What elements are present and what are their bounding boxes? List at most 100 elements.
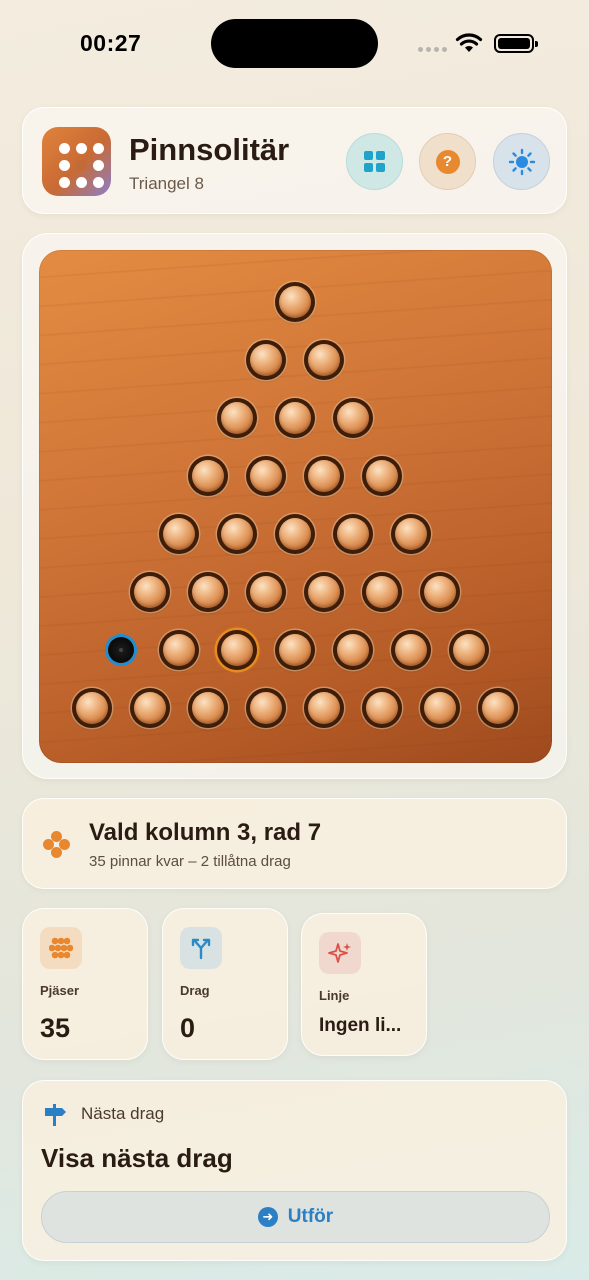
peg[interactable] xyxy=(304,688,344,728)
peg[interactable] xyxy=(362,572,402,612)
arrow-right-circle-icon: ➜ xyxy=(257,1207,278,1227)
execute-move-label: Utför xyxy=(287,1206,334,1227)
peg-ball xyxy=(279,634,311,666)
peg[interactable] xyxy=(159,630,199,670)
peg-ball xyxy=(279,518,311,550)
stat-value: 0 xyxy=(180,1013,196,1043)
peg-ball xyxy=(482,692,514,724)
peg[interactable] xyxy=(275,514,315,554)
stat-label: Linje xyxy=(319,988,350,1003)
peg[interactable] xyxy=(362,456,402,496)
peg-ball xyxy=(163,518,195,550)
peg-ball xyxy=(424,576,456,608)
peg[interactable] xyxy=(449,630,489,670)
peg[interactable] xyxy=(275,282,315,322)
peg[interactable] xyxy=(188,572,228,612)
status-bar: 00:27 xyxy=(0,0,589,88)
selection-title: Vald kolumn 3, rad 7 xyxy=(89,819,322,846)
peg-ball xyxy=(134,692,166,724)
peg-ball xyxy=(250,344,282,376)
stat-card-pieces: Pjäser 35 xyxy=(22,908,148,1060)
peg[interactable] xyxy=(159,514,199,554)
peg-ball xyxy=(308,692,340,724)
peg-ball xyxy=(337,634,369,666)
peg[interactable] xyxy=(275,398,315,438)
sparkle-icon xyxy=(319,932,361,974)
stat-label: Drag xyxy=(180,983,210,998)
peg-selected[interactable] xyxy=(217,630,257,670)
peg-ball xyxy=(279,286,311,318)
peg[interactable] xyxy=(420,688,460,728)
peg[interactable] xyxy=(130,572,170,612)
peg[interactable] xyxy=(333,398,373,438)
peg-ball xyxy=(279,402,311,434)
peg[interactable] xyxy=(246,688,286,728)
peg[interactable] xyxy=(275,630,315,670)
execute-move-button[interactable]: ➜ Utför xyxy=(41,1191,550,1243)
peg[interactable] xyxy=(362,688,402,728)
app-title: Pinnsolitär xyxy=(129,132,290,167)
peg[interactable] xyxy=(217,398,257,438)
peg-ball xyxy=(308,344,340,376)
peg[interactable] xyxy=(420,572,460,612)
peg-ball xyxy=(366,576,398,608)
dynamic-island xyxy=(211,19,378,68)
peg[interactable] xyxy=(391,630,431,670)
peg[interactable] xyxy=(391,514,431,554)
header-card: Pinnsolitär Triangel 8 ? xyxy=(22,107,567,214)
peg[interactable] xyxy=(72,688,112,728)
peg-ball xyxy=(76,692,108,724)
app-logo-icon xyxy=(42,127,111,196)
peg-ball xyxy=(337,518,369,550)
next-move-card: Nästa drag Visa nästa drag ➜ Utför xyxy=(22,1080,567,1261)
stat-value: Ingen li... xyxy=(319,1015,402,1036)
fork-icon xyxy=(180,927,222,969)
empty-hole[interactable] xyxy=(108,637,134,663)
stat-card-line: Linje Ingen li... xyxy=(301,913,427,1056)
peg-ball xyxy=(424,692,456,724)
board-variant-subtitle: Triangel 8 xyxy=(129,174,204,193)
grid-icon xyxy=(364,151,385,172)
help-button[interactable]: ? xyxy=(419,133,476,190)
peg[interactable] xyxy=(188,688,228,728)
peg[interactable] xyxy=(333,514,373,554)
peg-ball xyxy=(366,460,398,492)
peg-ball xyxy=(221,634,253,666)
peg[interactable] xyxy=(217,514,257,554)
peg[interactable] xyxy=(304,340,344,380)
peg-ball xyxy=(395,634,427,666)
stat-card-moves: Drag 0 xyxy=(162,908,288,1060)
peg-ball xyxy=(250,692,282,724)
theme-button[interactable] xyxy=(493,133,550,190)
peg[interactable] xyxy=(188,456,228,496)
status-time: 00:27 xyxy=(80,30,142,56)
next-move-title: Visa nästa drag xyxy=(41,1143,233,1173)
peg-ball xyxy=(134,576,166,608)
peg-ball xyxy=(192,692,224,724)
peg-ball xyxy=(221,518,253,550)
peg-ball xyxy=(221,402,253,434)
peg[interactable] xyxy=(246,456,286,496)
peg[interactable] xyxy=(246,340,286,380)
signpost-icon xyxy=(45,1104,66,1126)
peg-ball xyxy=(395,518,427,550)
question-icon: ? xyxy=(435,149,460,174)
peg-ball xyxy=(308,460,340,492)
board-select-button[interactable] xyxy=(346,133,403,190)
peg[interactable] xyxy=(130,688,170,728)
pieces-icon xyxy=(40,927,82,969)
pieces-icon xyxy=(43,831,71,859)
sun-icon xyxy=(508,148,535,175)
peg-ball xyxy=(453,634,485,666)
board-card xyxy=(22,233,567,779)
peg-ball xyxy=(192,460,224,492)
wifi-icon xyxy=(455,33,483,52)
peg[interactable] xyxy=(304,456,344,496)
stat-label: Pjäser xyxy=(40,983,80,998)
peg[interactable] xyxy=(304,572,344,612)
peg[interactable] xyxy=(333,630,373,670)
peg[interactable] xyxy=(478,688,518,728)
selection-subtitle: 35 pinnar kvar – 2 tillåtna drag xyxy=(89,853,291,870)
peg-ball xyxy=(250,576,282,608)
peg[interactable] xyxy=(246,572,286,612)
